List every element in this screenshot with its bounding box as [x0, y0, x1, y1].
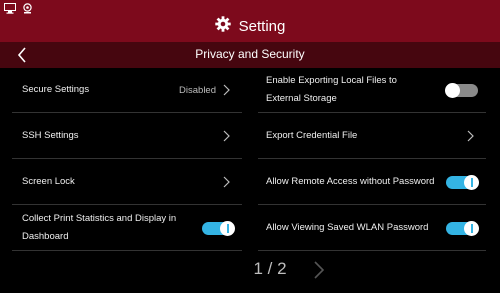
setting-secure-settings[interactable]: Secure Settings Disabled	[12, 68, 242, 113]
chevron-right-icon	[223, 176, 230, 188]
top-bar: Setting	[0, 0, 500, 42]
setting-label: Allow Viewing Saved WLAN Password	[266, 222, 429, 233]
setting-export-credential-file[interactable]: Export Credential File	[258, 114, 486, 159]
page-header: Privacy and Security	[0, 42, 500, 68]
gear-icon	[214, 16, 231, 36]
setting-enable-exporting-local-files: Enable Exporting Local Files to External…	[258, 68, 486, 113]
enable-exporting-local-files-toggle[interactable]	[445, 82, 478, 98]
setting-label: SSH Settings	[22, 130, 79, 141]
setting-label: Enable Exporting Local Files to External…	[266, 75, 397, 104]
app-title: Setting	[0, 13, 500, 39]
page-indicator: 1 / 2	[253, 259, 287, 278]
allow-viewing-wlan-password-toggle[interactable]	[446, 220, 479, 236]
setting-ssh-settings[interactable]: SSH Settings	[12, 114, 242, 159]
chevron-right-icon	[467, 130, 474, 142]
setting-value: Disabled	[179, 84, 216, 96]
setting-label: Export Credential File	[266, 130, 358, 141]
setting-screen-lock[interactable]: Screen Lock	[12, 160, 242, 205]
allow-remote-access-toggle[interactable]	[446, 174, 479, 190]
settings-grid: Secure Settings Disabled SSH Settings Sc…	[0, 68, 500, 251]
setting-allow-remote-access: Allow Remote Access without Password	[258, 160, 486, 205]
chevron-right-icon	[223, 130, 230, 142]
setting-label: Screen Lock	[22, 176, 75, 187]
setting-label: Collect Print Statistics and Display in …	[22, 213, 177, 242]
setting-label: Allow Remote Access without Password	[266, 176, 435, 187]
chevron-right-icon	[223, 84, 230, 96]
setting-collect-print-statistics: Collect Print Statistics and Display in …	[12, 206, 242, 251]
setting-allow-viewing-wlan-password: Allow Viewing Saved WLAN Password	[258, 206, 486, 251]
collect-print-statistics-toggle[interactable]	[202, 220, 235, 236]
app-title-text: Setting	[238, 17, 286, 35]
next-page-icon	[314, 261, 325, 279]
pagination: 1 / 2	[0, 256, 500, 282]
setting-label: Secure Settings	[22, 84, 90, 95]
page-title: Privacy and Security	[195, 47, 305, 61]
next-page-button[interactable]	[312, 260, 326, 280]
